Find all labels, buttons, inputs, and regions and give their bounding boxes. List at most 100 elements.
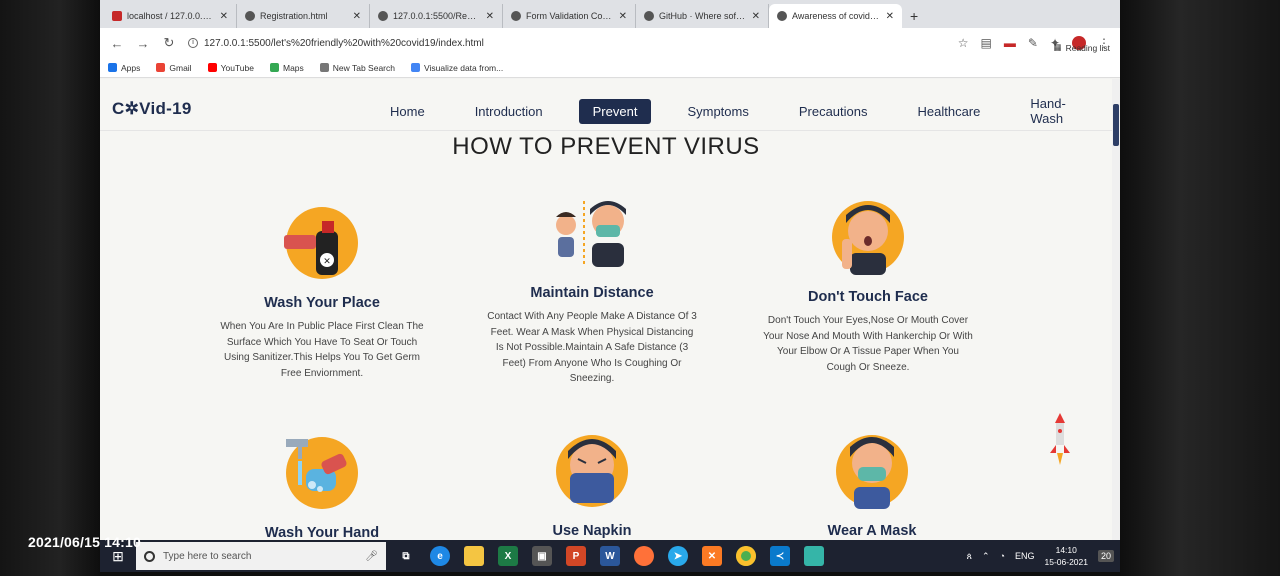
bookmark-visualize-data[interactable]: Visualize data from... [411, 63, 503, 73]
close-icon[interactable]: ✕ [486, 11, 494, 22]
extension-notes-icon[interactable]: ▤ [981, 36, 992, 50]
reload-icon[interactable]: ↻ [162, 35, 176, 51]
menu-item-prevent[interactable]: Prevent [578, 98, 652, 124]
new-tab-icon[interactable]: + [902, 4, 926, 28]
close-icon[interactable]: ✕ [353, 11, 361, 22]
star-icon[interactable]: ☆ [958, 36, 969, 50]
card-title: Don't Touch Face [808, 289, 928, 305]
tab-registration-local[interactable]: 127.0.0.1:5500/Registr...✕ [370, 4, 503, 28]
edge-icon[interactable]: e [430, 546, 450, 566]
tab-covid-awareness[interactable]: Awareness of covid-19... ✕ [769, 4, 902, 28]
search-icon [144, 550, 155, 562]
powerpoint-icon[interactable]: P [566, 546, 586, 566]
tab-github[interactable]: GitHub · Where softwa...✕ [636, 4, 769, 28]
social-distance-icon [552, 195, 632, 271]
tab-form-validation[interactable]: Form Validation Contr... ✕ [503, 4, 636, 28]
vscode-icon[interactable]: ≺ [770, 546, 790, 566]
excel-icon[interactable]: X [498, 546, 518, 566]
apps-grid-icon [108, 63, 117, 72]
app-icon[interactable] [804, 546, 824, 566]
card-wear-mask: Wear A Mask [752, 433, 992, 539]
word-icon[interactable]: W [600, 546, 620, 566]
braces-icon [411, 63, 420, 72]
people-icon[interactable]: ጰ [967, 551, 972, 562]
globe-icon [511, 11, 521, 21]
github-icon [644, 11, 654, 21]
tab-phpmyadmin[interactable]: localhost / 127.0.0.1 / ... ✕ [104, 4, 237, 28]
extension-edit-icon[interactable]: ✎ [1028, 36, 1038, 50]
taskbar-apps: ⧉ e X ▣ P W ➤ ✕ ≺ [396, 546, 824, 566]
card-title: Wash Your Place [264, 295, 380, 311]
card-text: Don't Touch Your Eyes,Nose Or Mouth Cove… [763, 315, 973, 373]
close-icon[interactable]: ✕ [619, 11, 627, 22]
card-use-napkin: Use Napkin [472, 433, 712, 539]
file-explorer-icon[interactable] [464, 546, 484, 566]
globe-icon [245, 11, 255, 21]
windows-taskbar: ⊞ Type here to search 🎤︎ ⧉ e X ▣ P W ➤ ✕… [100, 540, 1120, 572]
search-icon [319, 63, 329, 72]
youtube-icon [207, 63, 217, 72]
card-text: When You Are In Public Place First Clean… [220, 321, 424, 379]
browser-tab-bar: localhost / 127.0.0.1 / ... ✕ Registratio… [100, 0, 1120, 28]
forward-icon[interactable]: → [136, 36, 150, 51]
site-logo[interactable]: C✲Vid-19 [112, 99, 192, 119]
scroll-to-top-rocket-icon[interactable] [1050, 413, 1070, 469]
close-icon[interactable]: ✕ [886, 11, 894, 22]
url-field[interactable]: i 127.0.0.1:5500/let's%20friendly%20with… [188, 38, 946, 49]
site-info-icon[interactable]: i [188, 38, 198, 48]
close-icon[interactable]: ✕ [220, 11, 228, 22]
card-maintain-distance: Maintain Distance Contact With Any Peopl… [472, 195, 712, 387]
chevron-up-icon[interactable]: ⌃ [982, 551, 990, 562]
wifi-icon[interactable]: ◔ [1000, 551, 1005, 561]
system-tray: ጰ ⌃ ◔ ENG 14:10 15-06-2021 20 [967, 544, 1120, 568]
card-title: Use Napkin [552, 523, 632, 539]
extension-red-icon[interactable]: ▬ [1004, 36, 1016, 50]
close-icon[interactable]: ✕ [752, 11, 760, 22]
back-icon[interactable]: ← [110, 36, 124, 51]
face-touch-icon [828, 199, 908, 275]
bookmark-maps[interactable]: Maps [269, 63, 304, 73]
taskbar-search[interactable]: Type here to search 🎤︎ [136, 542, 386, 570]
svg-text:✕: ✕ [323, 256, 331, 266]
telegram-icon[interactable]: ➤ [668, 546, 688, 566]
microphone-icon[interactable]: 🎤︎ [365, 551, 378, 562]
firefox-icon[interactable] [634, 546, 654, 566]
notification-badge[interactable]: 20 [1097, 550, 1114, 562]
web-page: C✲Vid-19 Home Introduction Prevent Sympt… [100, 79, 1112, 541]
card-title: Wash Your Hand [264, 525, 380, 541]
menu-item-healthcare[interactable]: Healthcare [904, 99, 995, 124]
xampp-icon[interactable]: ✕ [702, 546, 722, 566]
bookmark-youtube[interactable]: YouTube [207, 63, 254, 73]
napkin-icon [552, 433, 632, 509]
store-icon[interactable]: ▣ [532, 546, 552, 566]
google-icon [156, 63, 166, 72]
tab-registration[interactable]: Registration.html ✕ [237, 4, 370, 28]
task-view-icon[interactable]: ⧉ [396, 546, 416, 566]
bookmark-apps[interactable]: Apps [108, 63, 140, 73]
menu-item-hand-wash[interactable]: Hand-Wash [1016, 91, 1112, 131]
reading-list-button[interactable]: ▦ Reading list [1054, 42, 1110, 53]
globe-icon [378, 11, 388, 21]
card-dont-touch-face: Don't Touch Face Don't Touch Your Eyes,N… [748, 199, 988, 375]
page-scrollbar[interactable] [1112, 79, 1120, 541]
menu-item-introduction[interactable]: Introduction [461, 99, 557, 124]
language-indicator[interactable]: ENG [1015, 551, 1035, 561]
bookmark-gmail[interactable]: Gmail [156, 63, 192, 73]
reading-list-icon: ▦ [1053, 42, 1062, 52]
menu-item-home[interactable]: Home [376, 99, 439, 124]
bookmark-new-tab-search[interactable]: New Tab Search [319, 63, 395, 73]
menu-item-precautions[interactable]: Precautions [785, 99, 882, 124]
section-title: HOW TO PREVENT VIRUS [452, 133, 760, 160]
hand-wash-icon [282, 435, 362, 511]
menu-item-symptoms[interactable]: Symptoms [673, 99, 762, 124]
taskbar-clock[interactable]: 14:10 15-06-2021 [1045, 544, 1088, 568]
maps-icon [269, 63, 279, 72]
monitor-screen: localhost / 127.0.0.1 / ... ✕ Registratio… [100, 0, 1120, 572]
address-bar-row: ← → ↻ i 127.0.0.1:5500/let's%20friendly%… [100, 28, 1120, 58]
card-text: Contact With Any People Make A Distance … [487, 311, 697, 384]
scrollbar-thumb[interactable] [1113, 104, 1119, 146]
spray-bottle-icon: ✕ [282, 205, 362, 281]
card-title: Maintain Distance [530, 285, 654, 301]
chrome-icon[interactable] [736, 546, 756, 566]
mask-icon [832, 433, 912, 509]
